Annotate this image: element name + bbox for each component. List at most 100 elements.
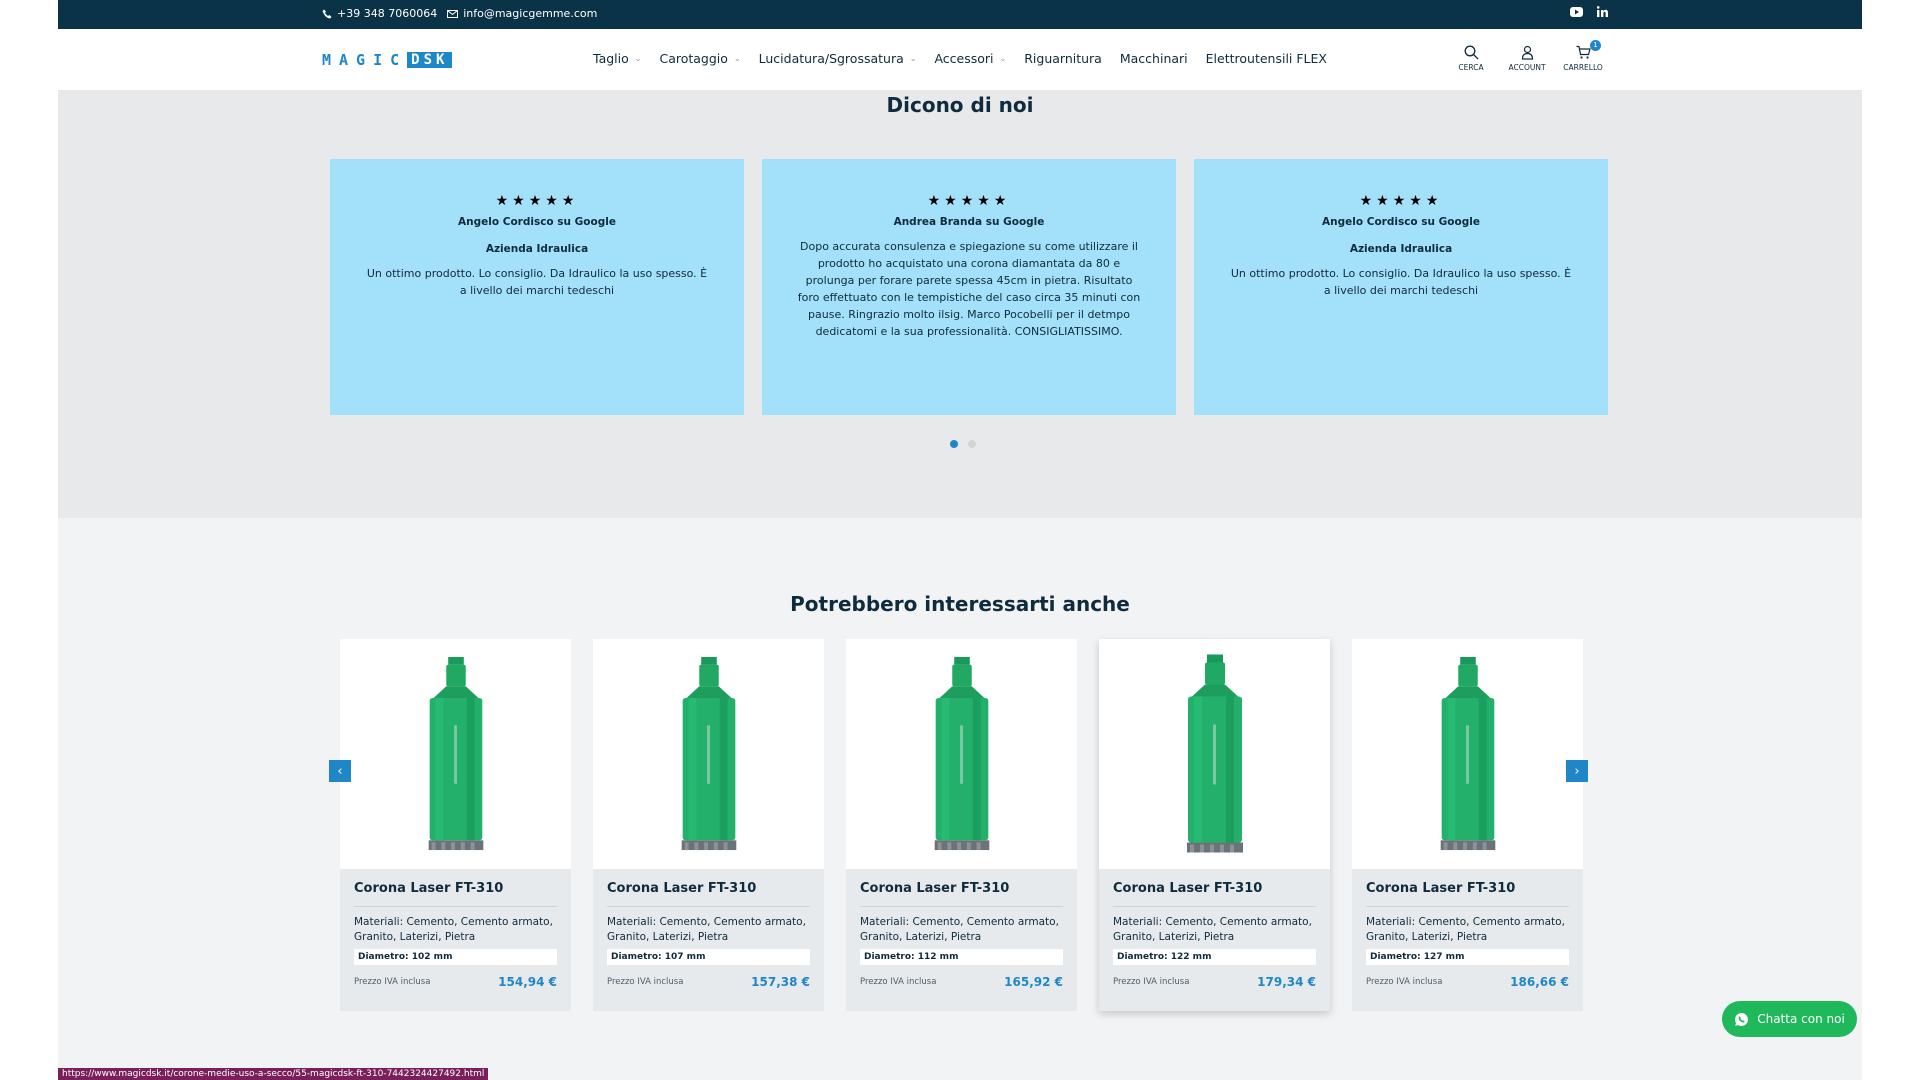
carousel-prev-button[interactable]: ‹ bbox=[329, 760, 351, 782]
product-materials: Materiali: Cemento, Cemento armato, Gran… bbox=[607, 916, 806, 943]
mail-icon bbox=[447, 9, 459, 18]
product-name[interactable]: Corona Laser FT-310 bbox=[354, 881, 557, 896]
site-header: MAGIC DSK Taglio ⌄ Carotaggio ⌄ Lucidatura/S… bbox=[58, 29, 1862, 91]
carousel-dots bbox=[950, 440, 976, 448]
social-links bbox=[1570, 6, 1608, 17]
price-row: Prezzo IVA inclusa 186,66 € bbox=[1366, 975, 1569, 989]
cart-icon bbox=[1576, 45, 1591, 59]
nav-item-label: Accessori bbox=[934, 51, 994, 66]
product-price: 165,92 € bbox=[1004, 975, 1063, 989]
chevron-down-icon: ⌄ bbox=[733, 54, 741, 63]
phone-link[interactable]: +39 348 7060064 bbox=[322, 7, 437, 20]
review-text: Dopo accurata consulenza e spiegazione s… bbox=[797, 240, 1141, 338]
review-text: Un ottimo prodotto. Lo consiglio. Da Idr… bbox=[1230, 267, 1572, 297]
logo-text-magic: MAGIC bbox=[322, 51, 408, 69]
rating-stars: ★★★★★ bbox=[495, 193, 579, 209]
nav-item-label: Riguarnitura bbox=[1024, 51, 1102, 66]
cart-button[interactable]: CARRELLO 1 bbox=[1563, 40, 1603, 72]
price-row: Prezzo IVA inclusa 157,38 € bbox=[607, 975, 810, 989]
carousel-dot[interactable] bbox=[968, 440, 976, 448]
search-button[interactable]: CERCA bbox=[1454, 45, 1488, 72]
user-icon bbox=[1521, 45, 1533, 60]
phone-icon bbox=[322, 9, 332, 18]
search-icon bbox=[1464, 45, 1478, 60]
rating-stars: ★★★★★ bbox=[927, 193, 1011, 209]
youtube-icon[interactable] bbox=[1570, 6, 1583, 17]
product-card[interactable]: Corona Laser FT-310 Materiali: Cemento, C… bbox=[1099, 639, 1330, 1011]
price-row: Prezzo IVA inclusa 154,94 € bbox=[354, 975, 557, 989]
nav-item-elettroutensili-flex[interactable]: Elettroutensili FLEX bbox=[1206, 51, 1327, 66]
product-name[interactable]: Corona Laser FT-310 bbox=[1113, 881, 1316, 896]
vat-note: Prezzo IVA inclusa bbox=[1366, 977, 1443, 987]
product-image[interactable] bbox=[1099, 639, 1330, 869]
reviewer-name: Andrea Branda su Google bbox=[893, 216, 1045, 228]
product-image[interactable] bbox=[846, 639, 1077, 869]
product-image[interactable] bbox=[340, 639, 571, 869]
divider bbox=[607, 906, 810, 907]
phone-number: +39 348 7060064 bbox=[337, 7, 438, 20]
chevron-down-icon: ⌄ bbox=[909, 54, 917, 63]
cart-label: CARRELLO bbox=[1563, 63, 1603, 72]
page: +39 348 7060064 info@magicgemme.com MAGI… bbox=[58, 0, 1862, 1080]
header-actions: CERCA ACCOUNT CARRELLO 1 bbox=[1454, 40, 1603, 72]
product-price: 186,66 € bbox=[1510, 975, 1569, 989]
nav-item-macchinari[interactable]: Macchinari bbox=[1120, 51, 1188, 66]
nav-item-accessori[interactable]: Accessori ⌄ bbox=[934, 51, 1006, 66]
product-diameter: Diametro: 102 mm bbox=[354, 949, 557, 965]
core-drill-bit-image bbox=[1186, 654, 1243, 852]
chevron-left-icon: ‹ bbox=[337, 763, 343, 779]
product-name[interactable]: Corona Laser FT-310 bbox=[860, 881, 1063, 896]
reviews-title: Dicono di noi bbox=[886, 93, 1034, 117]
product-diameter: Diametro: 107 mm bbox=[607, 949, 810, 965]
reviewer-company: Azienda Idraulica bbox=[485, 243, 589, 255]
reviewer-company: Azienda Idraulica bbox=[1349, 243, 1453, 255]
email-address: info@magicgemme.com bbox=[463, 7, 598, 20]
product-price: 157,38 € bbox=[751, 975, 810, 989]
product-materials: Materiali: Cemento, Cemento armato, Gran… bbox=[860, 916, 1059, 943]
nav-item-lucidatura-sgrossatura[interactable]: Lucidatura/Sgrossatura ⌄ bbox=[759, 51, 917, 66]
product-name[interactable]: Corona Laser FT-310 bbox=[1366, 881, 1569, 896]
product-image[interactable] bbox=[593, 639, 824, 869]
whatsapp-icon bbox=[1735, 1012, 1749, 1026]
site-logo[interactable]: MAGIC DSK bbox=[322, 51, 453, 69]
product-card[interactable]: Corona Laser FT-310 Materiali: Cemento, C… bbox=[340, 639, 571, 1011]
core-drill-bit-image bbox=[934, 656, 989, 850]
product-image[interactable] bbox=[1352, 639, 1583, 869]
product-materials: Materiali: Cemento, Cemento armato, Gran… bbox=[1366, 916, 1565, 943]
products-title: Potrebbero interessarti anche bbox=[790, 592, 1130, 616]
review-card: ★★★★★ Angelo Cordisco su Google Azienda Id… bbox=[1194, 159, 1608, 415]
vat-note: Prezzo IVA inclusa bbox=[354, 977, 431, 987]
nav-item-taglio[interactable]: Taglio ⌄ bbox=[593, 51, 641, 66]
review-text: Un ottimo prodotto. Lo consiglio. Da Idr… bbox=[366, 267, 708, 297]
product-name[interactable]: Corona Laser FT-310 bbox=[607, 881, 810, 896]
chevron-right-icon: › bbox=[1574, 763, 1580, 779]
vat-note: Prezzo IVA inclusa bbox=[607, 977, 684, 987]
product-card[interactable]: Corona Laser FT-310 Materiali: Cemento, C… bbox=[846, 639, 1077, 1011]
nav-item-label: Elettroutensili FLEX bbox=[1205, 51, 1327, 66]
product-card[interactable]: Corona Laser FT-310 Materiali: Cemento, C… bbox=[1352, 639, 1583, 1011]
linkedin-icon[interactable] bbox=[1597, 6, 1608, 17]
divider bbox=[1366, 906, 1569, 907]
carousel-dot[interactable] bbox=[950, 440, 958, 448]
price-row: Prezzo IVA inclusa 165,92 € bbox=[860, 975, 1063, 989]
product-price: 154,94 € bbox=[498, 975, 557, 989]
product-card[interactable]: Corona Laser FT-310 Materiali: Cemento, C… bbox=[593, 639, 824, 1011]
whatsapp-chat-button[interactable]: Chatta con noi bbox=[1722, 1001, 1857, 1037]
email-link[interactable]: info@magicgemme.com bbox=[447, 7, 597, 20]
product-materials: Materiali: Cemento, Cemento armato, Gran… bbox=[354, 916, 553, 943]
top-bar: +39 348 7060064 info@magicgemme.com bbox=[58, 0, 1862, 29]
carousel-next-button[interactable]: › bbox=[1566, 760, 1588, 782]
reviewer-name: Angelo Cordisco su Google bbox=[458, 216, 616, 228]
nav-item-carotaggio[interactable]: Carotaggio ⌄ bbox=[659, 51, 740, 66]
contact-info: +39 348 7060064 info@magicgemme.com bbox=[322, 7, 597, 20]
nav-item-riguarnitura[interactable]: Riguarnitura bbox=[1024, 51, 1102, 66]
account-button[interactable]: ACCOUNT bbox=[1508, 45, 1546, 72]
divider bbox=[1113, 906, 1316, 907]
divider bbox=[354, 906, 557, 907]
product-price: 179,34 € bbox=[1257, 975, 1316, 989]
search-label: CERCA bbox=[1458, 63, 1484, 72]
divider bbox=[860, 906, 1063, 907]
core-drill-bit-image bbox=[428, 656, 483, 850]
account-label: ACCOUNT bbox=[1508, 63, 1546, 72]
logo-text-dsk: DSK bbox=[407, 52, 453, 68]
